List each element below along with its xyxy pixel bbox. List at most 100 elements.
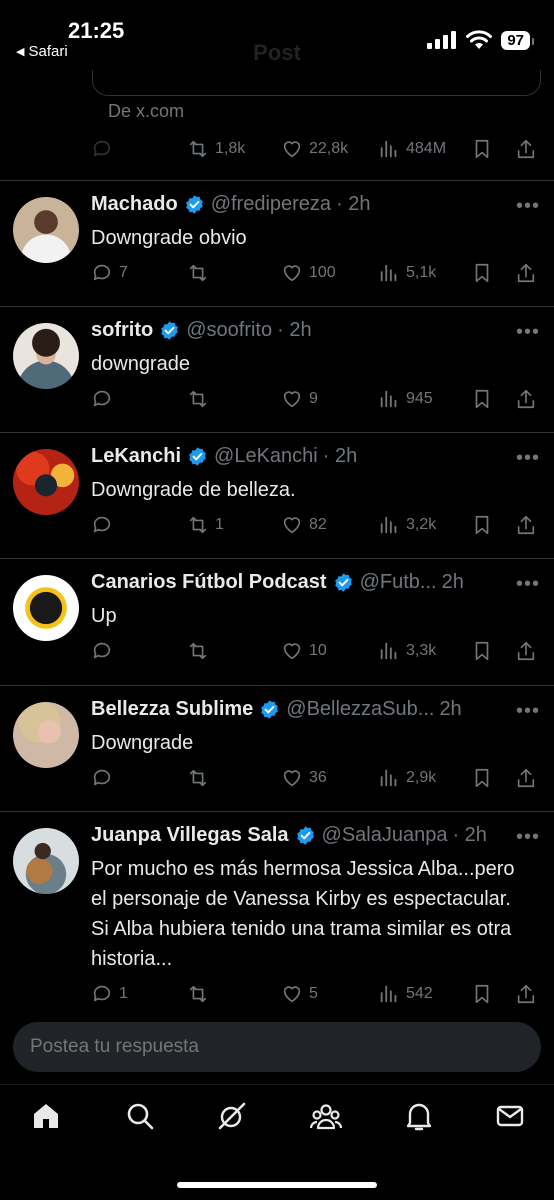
views-icon: [380, 390, 397, 408]
reply-icon: [93, 140, 111, 157]
views-button[interactable]: 484M: [378, 138, 446, 160]
repost-button[interactable]: [187, 388, 215, 410]
author-name[interactable]: Bellezza Sublime: [91, 698, 253, 721]
bookmark-button[interactable]: [471, 262, 493, 284]
share-button[interactable]: [515, 640, 537, 662]
verified-badge-icon: [261, 700, 279, 719]
bookmark-button[interactable]: [471, 983, 493, 1005]
author-handle[interactable]: @LeKanchi: [214, 445, 318, 468]
bookmark-button[interactable]: [471, 138, 493, 160]
post-time: · 2h: [336, 193, 371, 215]
bookmark-icon: [475, 139, 489, 159]
share-button[interactable]: [515, 262, 537, 284]
reply-tweet[interactable]: sofrito @soofrito · 2h ••• downgrade 9 945: [0, 307, 554, 432]
views-button[interactable]: 542: [378, 983, 433, 1005]
communities-icon[interactable]: [310, 1100, 342, 1132]
author-name[interactable]: Juanpa Villegas Sala: [91, 824, 289, 847]
search-icon[interactable]: [124, 1100, 156, 1132]
share-button[interactable]: [515, 767, 537, 789]
more-options-icon[interactable]: •••: [516, 700, 540, 723]
author-handle[interactable]: @soofrito: [186, 319, 272, 342]
verified-badge-icon: [185, 195, 203, 214]
views-button[interactable]: 2,9k: [378, 767, 436, 789]
reply-tweet[interactable]: Bellezza Sublime @BellezzaSub... 2h ••• Down…: [0, 686, 554, 811]
more-options-icon[interactable]: •••: [516, 321, 540, 344]
reply-button[interactable]: [91, 388, 119, 410]
author-handle[interactable]: @BellezzaSub...: [286, 698, 434, 721]
reply-icon: [93, 264, 111, 281]
like-button[interactable]: 82: [281, 514, 327, 536]
author-name[interactable]: Canarios Fútbol Podcast: [91, 571, 327, 594]
grok-icon[interactable]: [216, 1100, 248, 1132]
views-button[interactable]: 5,1k: [378, 262, 436, 284]
reply-tweet[interactable]: Canarios Fútbol Podcast @Futb... 2h ••• Up 10…: [0, 559, 554, 684]
avatar[interactable]: [13, 323, 79, 389]
like-button[interactable]: 100: [281, 262, 336, 284]
views-button[interactable]: 3,2k: [378, 514, 436, 536]
views-button[interactable]: 3,3k: [378, 640, 436, 662]
author-name[interactable]: sofrito: [91, 319, 153, 342]
reply-input[interactable]: [13, 1022, 541, 1072]
views-count: 3,2k: [406, 516, 437, 533]
repost-button[interactable]: 1: [187, 514, 224, 536]
battery-indicator: 97: [501, 30, 534, 50]
more-options-icon[interactable]: •••: [516, 195, 540, 218]
reply-tweet[interactable]: Machado @fredipereza · 2h ••• Downgrade obvi…: [0, 181, 554, 306]
share-button[interactable]: [515, 388, 537, 410]
back-app-label: Safari: [28, 43, 68, 60]
tweet-text: Downgrade de belleza.: [91, 479, 296, 501]
like-button[interactable]: 9: [281, 388, 318, 410]
bookmark-button[interactable]: [471, 640, 493, 662]
repost-button[interactable]: [187, 767, 215, 789]
reply-button[interactable]: [91, 138, 113, 160]
author-name[interactable]: Machado: [91, 193, 178, 216]
repost-icon: [189, 390, 207, 408]
tweet-text: downgrade: [91, 353, 190, 375]
bookmark-button[interactable]: [471, 767, 493, 789]
share-button[interactable]: [515, 514, 537, 536]
bookmark-icon: [475, 641, 489, 661]
avatar[interactable]: [13, 702, 79, 768]
repost-button[interactable]: [187, 262, 215, 284]
like-button[interactable]: 36: [281, 767, 327, 789]
avatar[interactable]: [13, 575, 79, 641]
back-to-app-link[interactable]: ◀ Safari: [16, 43, 68, 60]
avatar[interactable]: [13, 828, 79, 894]
home-icon[interactable]: [30, 1100, 62, 1132]
author-name[interactable]: LeKanchi: [91, 445, 181, 468]
repost-button[interactable]: [187, 983, 215, 1005]
post-time: 2h: [439, 698, 462, 720]
avatar[interactable]: [13, 449, 79, 515]
messages-icon[interactable]: [494, 1100, 526, 1132]
views-count: 542: [406, 985, 433, 1002]
tweet-text: Downgrade obvio: [91, 227, 247, 249]
reply-button[interactable]: [91, 767, 119, 789]
views-button[interactable]: 945: [378, 388, 433, 410]
repost-button[interactable]: 1,8k: [187, 138, 245, 160]
main-post-actions: 1,8k 22,8k 484M: [91, 134, 541, 164]
bookmark-button[interactable]: [471, 388, 493, 410]
share-button[interactable]: [515, 983, 537, 1005]
more-options-icon[interactable]: •••: [516, 447, 540, 470]
reply-tweet[interactable]: Juanpa Villegas Sala @SalaJuanpa · 2h ••• Po…: [0, 812, 554, 1027]
reply-button[interactable]: [91, 514, 119, 536]
status-icons: 97: [427, 30, 534, 50]
author-handle[interactable]: @Futb...: [360, 571, 437, 594]
reply-button[interactable]: [91, 640, 119, 662]
like-button[interactable]: 5: [281, 983, 318, 1005]
author-handle[interactable]: @SalaJuanpa: [322, 824, 448, 847]
reply-button[interactable]: 7: [91, 262, 128, 284]
reply-button[interactable]: 1: [91, 983, 128, 1005]
avatar[interactable]: [13, 197, 79, 263]
like-button[interactable]: 10: [281, 640, 327, 662]
more-options-icon[interactable]: •••: [516, 826, 540, 849]
bookmark-button[interactable]: [471, 514, 493, 536]
like-button[interactable]: 22,8k: [281, 138, 348, 160]
tweet-actions: 36 2,9k: [91, 763, 541, 793]
notifications-icon[interactable]: [403, 1100, 435, 1132]
repost-button[interactable]: [187, 640, 215, 662]
author-handle[interactable]: @fredipereza: [211, 193, 331, 216]
more-options-icon[interactable]: •••: [516, 573, 540, 596]
reply-tweet[interactable]: LeKanchi @LeKanchi · 2h ••• Downgrade de bel…: [0, 433, 554, 558]
share-button[interactable]: [515, 138, 537, 160]
